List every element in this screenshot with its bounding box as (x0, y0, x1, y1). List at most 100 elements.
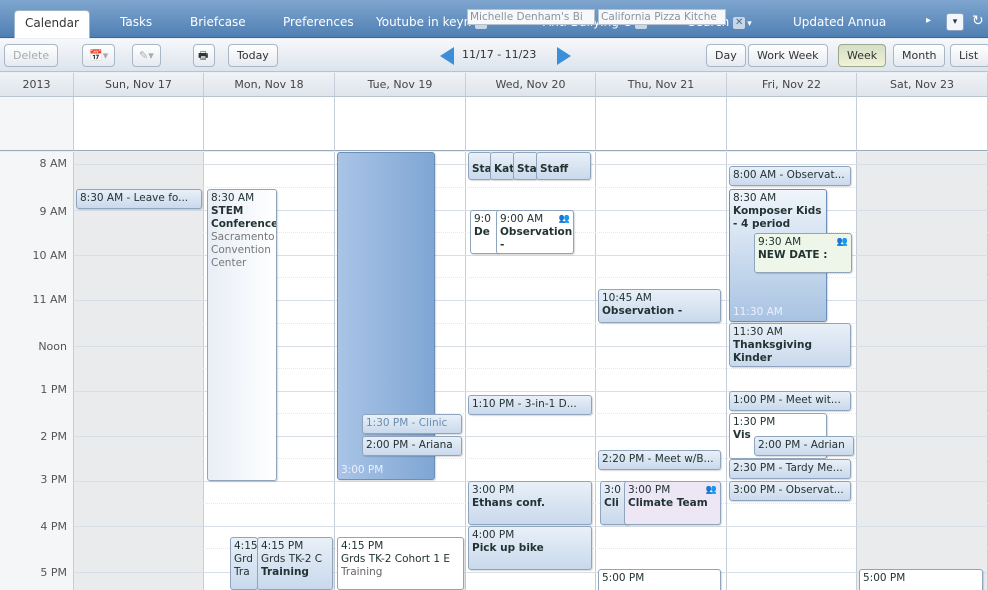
appt-title: De (474, 226, 490, 238)
time-label: Noon (38, 340, 67, 353)
allday-cell[interactable] (596, 97, 727, 151)
allday-cell[interactable] (335, 97, 466, 151)
time-label: 4 PM (40, 520, 67, 533)
calendar-toolbar: Delete 📅▾ ✎▾ 🖶 Today 11/17 - 11/23 Day W… (0, 39, 988, 72)
view-week-button[interactable]: Week (838, 44, 887, 67)
appt-time: 3:0 (604, 484, 621, 496)
appointment[interactable]: 9:30 AM 👥 NEW DATE : (754, 233, 852, 273)
view-day-button[interactable]: Day (706, 44, 746, 67)
appointment[interactable]: 3:00 PM 👥 Climate Team (624, 481, 721, 525)
appt-time: 9:30 AM (758, 236, 802, 248)
appointment[interactable]: 2:00 PM - Ariana (362, 436, 462, 456)
day-column-sun[interactable] (74, 152, 204, 590)
appointment[interactable]: 3:00 PM Ethans conf. (468, 481, 592, 525)
allday-event[interactable]: Michelle Denham's Bi (467, 9, 595, 25)
allday-cell[interactable] (466, 97, 596, 151)
appt-time: 3:00 PM (628, 484, 671, 496)
appointment[interactable]: 3:00 PM - Observat... (729, 481, 851, 501)
appointment[interactable]: 2:30 PM - Tardy Me... (729, 459, 851, 479)
appointment[interactable]: 11:30 AM Thanksgiving Kinder (729, 323, 851, 367)
allday-label-cell (0, 97, 74, 151)
appointment[interactable]: 10:45 AM Observation - (598, 289, 721, 323)
allday-cell[interactable] (727, 97, 857, 151)
next-week-arrow-icon[interactable] (557, 47, 571, 65)
appointment[interactable]: Stat (468, 152, 492, 180)
today-button[interactable]: Today (228, 44, 278, 67)
appointment[interactable]: Kat (490, 152, 515, 180)
close-icon[interactable]: ✕ (733, 16, 746, 29)
day-header-mon[interactable]: Mon, Nov 18 (204, 73, 335, 97)
view-list-button[interactable]: List (950, 44, 988, 67)
appt-time: 4:15 PM (341, 540, 384, 552)
day-column-sat[interactable] (857, 152, 988, 590)
appointment[interactable]: Staff (536, 152, 591, 180)
print-button[interactable]: 🖶 (193, 44, 215, 67)
appointment[interactable]: 2:00 PM - Adrian (754, 436, 854, 456)
tab-tasks[interactable]: Tasks (120, 10, 152, 36)
day-header-fri[interactable]: Fri, Nov 22 (727, 73, 857, 97)
allday-cell[interactable] (204, 97, 335, 151)
appointment[interactable]: 8:30 AM STEM Conference Sacramento Conve… (207, 189, 277, 481)
tab-updated-annual[interactable]: Updated Annua (793, 10, 909, 36)
chevron-down-icon[interactable]: ▾ (747, 19, 752, 29)
appt-time: 8:30 AM (211, 192, 255, 204)
appt-time: 3:00 PM (472, 484, 515, 496)
appointment[interactable]: 8:00 AM - Observat... (729, 166, 851, 186)
appt-title: Sta (517, 163, 537, 175)
day-header-thu[interactable]: Thu, Nov 21 (596, 73, 727, 97)
appointment[interactable]: 4:15 PM Grds TK-2 Cohort 1 E Training (337, 537, 464, 590)
time-label: 8 AM (39, 157, 67, 170)
people-icon: 👥 (558, 214, 570, 224)
appointment[interactable]: 2:20 PM - Meet w/B... (598, 450, 721, 470)
day-header-tue[interactable]: Tue, Nov 19 (335, 73, 466, 97)
appt-title: Training (341, 566, 383, 578)
allday-cell[interactable] (857, 97, 988, 151)
day-header-sat[interactable]: Sat, Nov 23 (857, 73, 988, 97)
appointment[interactable]: 1:00 PM - Meet wit... (729, 391, 851, 411)
people-icon: 👥 (705, 485, 717, 495)
day-header-sun[interactable]: Sun, Nov 17 (74, 73, 204, 97)
time-gutter: 8 AM 9 AM 10 AM 11 AM Noon 1 PM 2 PM 3 P… (0, 152, 74, 590)
appt-title: Observation - (602, 305, 683, 317)
appt-time: 1:30 PM (733, 416, 776, 428)
time-label: 5 PM (40, 566, 67, 579)
appointment[interactable]: 4:15 PM Grds TK-2 C Training (257, 537, 333, 590)
appointment[interactable]: Sta (513, 152, 538, 180)
appointment[interactable]: 4:15 Grd Tra (230, 537, 258, 590)
tag-button[interactable]: ✎▾ (132, 44, 161, 67)
tab-scroll-right-icon[interactable]: ▸ (926, 9, 931, 35)
week-time-grid: 8 AM 9 AM 10 AM 11 AM Noon 1 PM 2 PM 3 P… (0, 152, 988, 590)
tab-briefcase[interactable]: Briefcase (190, 10, 246, 36)
view-month-button[interactable]: Month (893, 44, 946, 67)
appointment[interactable]: 8:30 AM - Leave fo... (76, 189, 202, 209)
appt-title: Grds TK-2 C (261, 553, 323, 565)
appt-title: Training (261, 566, 309, 578)
view-work-week-button[interactable]: Work Week (748, 44, 828, 67)
appt-time: 11:30 AM (733, 306, 783, 318)
appt-title: Kat (494, 163, 515, 175)
appointment[interactable]: 1:10 PM - 3-in-1 D... (468, 395, 592, 415)
allday-event[interactable]: California Pizza Kitche (598, 9, 726, 25)
appointment[interactable]: 4:00 PM Pick up bike (468, 526, 592, 570)
appt-title: Stat (472, 163, 492, 175)
refresh-icon[interactable]: ↻ (972, 9, 984, 35)
appt-time: 8:30 AM (733, 192, 777, 204)
appt-time: 9:0 (474, 213, 491, 225)
appointment[interactable]: 9:00 AM 👥 Observation - (496, 210, 574, 254)
tab-menu-button[interactable]: ▾ (946, 13, 964, 31)
appt-title: Ethans conf. (472, 497, 546, 509)
previous-week-arrow-icon[interactable] (440, 47, 454, 65)
day-header-wed[interactable]: Wed, Nov 20 (466, 73, 596, 97)
tab-calendar[interactable]: Calendar (14, 10, 90, 38)
appt-title: Komposer Kids - 4 period (733, 205, 822, 230)
delete-button[interactable]: Delete (4, 44, 59, 67)
appointment[interactable]: 5:00 PM (859, 569, 983, 590)
appt-time: 3:00 PM (341, 464, 384, 476)
tab-preferences[interactable]: Preferences (283, 10, 354, 36)
allday-cell[interactable] (74, 97, 204, 151)
appt-title: Observation - (500, 226, 573, 251)
year-label: 2013 (0, 73, 74, 97)
new-appointment-button[interactable]: 📅▾ (82, 44, 116, 67)
appointment[interactable]: 1:30 PM - Clinic (362, 414, 462, 434)
appointment[interactable]: 5:00 PM (598, 569, 721, 590)
